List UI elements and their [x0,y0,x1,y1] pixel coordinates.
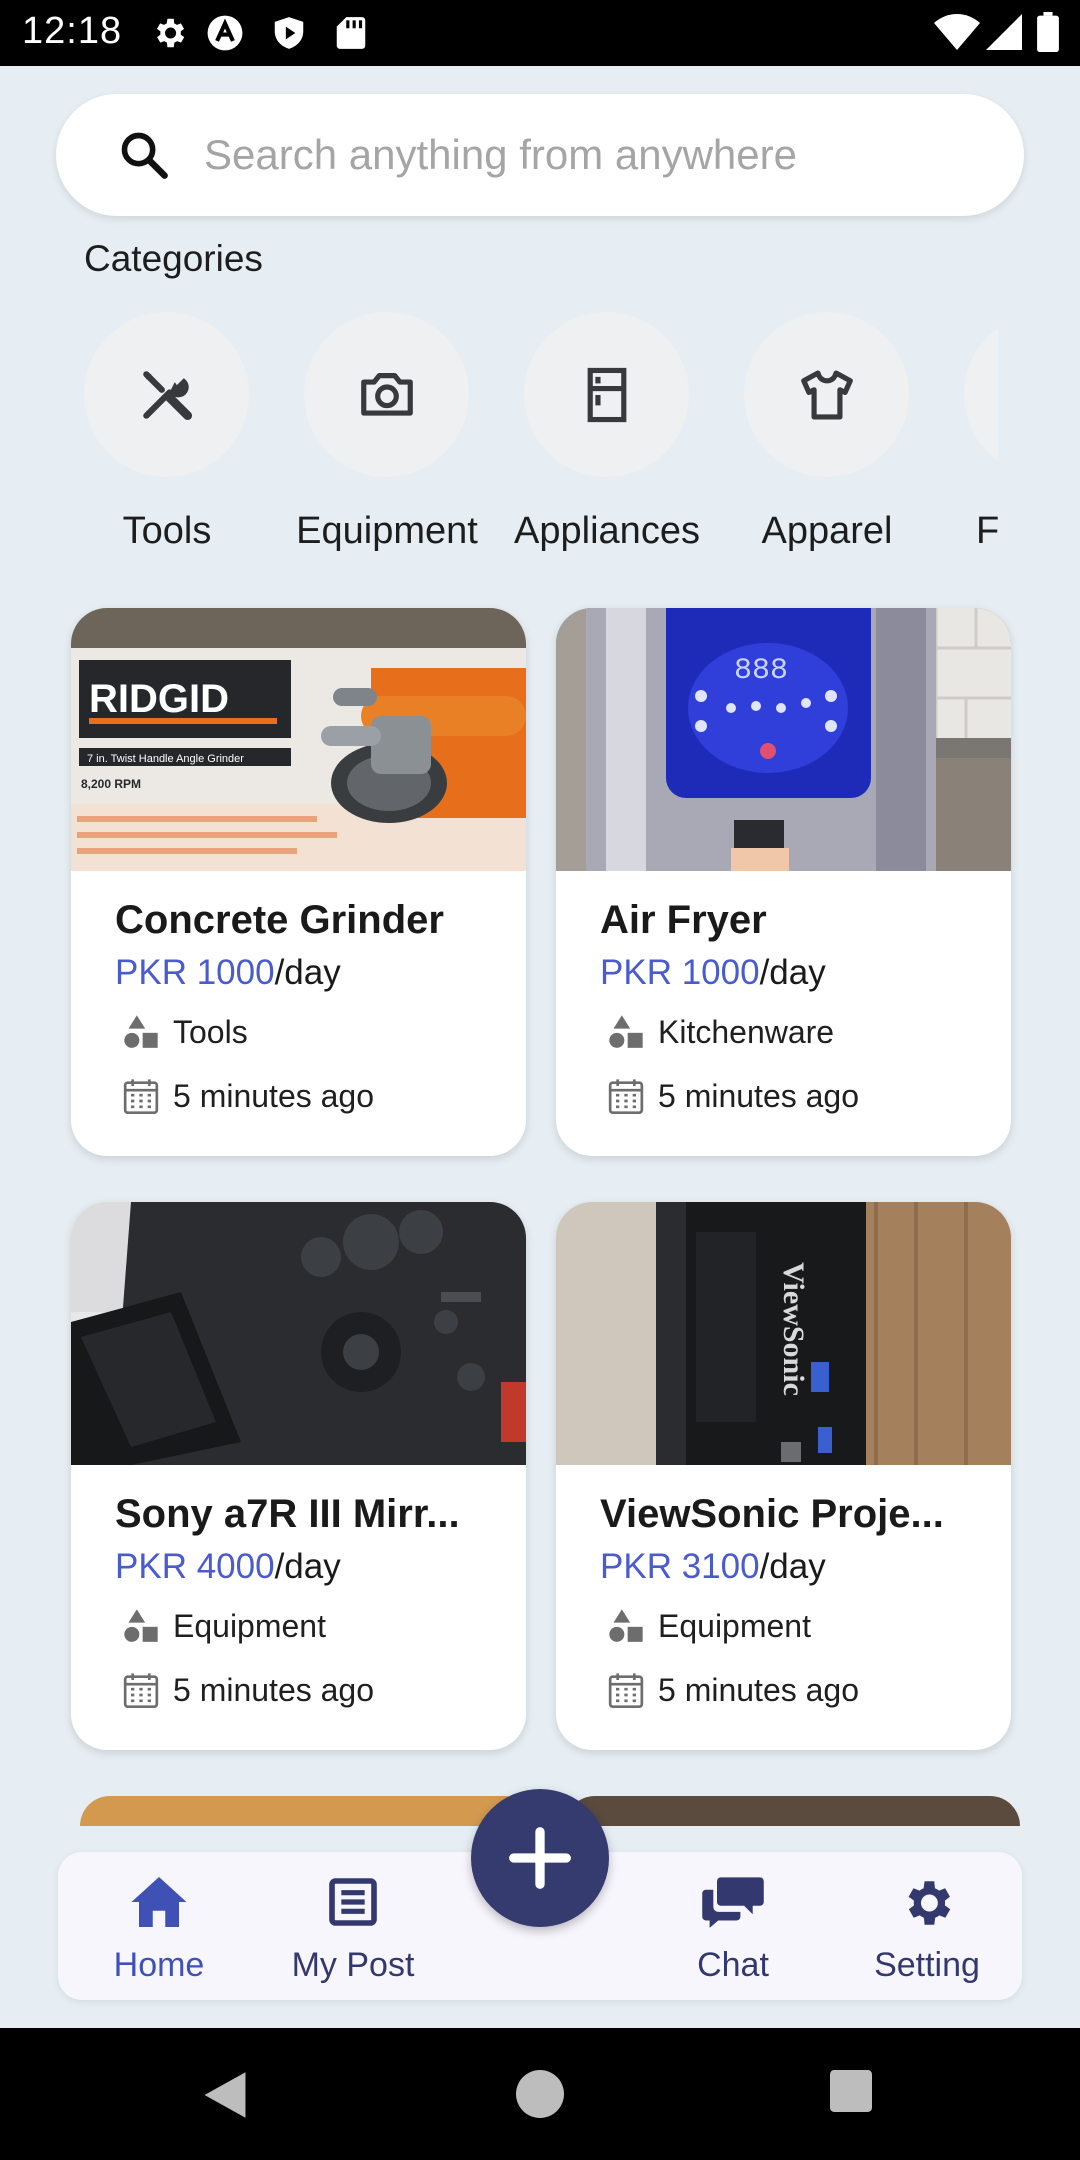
calendar-icon [608,1673,644,1708]
category-shapes-icon [609,1015,643,1048]
fridge-icon [587,367,626,422]
price-amount: PKR 3100 [600,1547,760,1586]
category-label: Equipment [296,510,478,552]
product-title: Sony a7R III Mirr... [115,1492,460,1536]
product-image-grinder: RIDGID 7 in. Twist Handle Angle Grinder … [71,608,526,871]
categories-row[interactable]: Tools Equipment Appliances Apparel F [0,312,998,562]
nav-my-post[interactable]: My Post [258,1852,448,2000]
calendar-icon [123,1673,159,1708]
chat-icon [702,1877,764,1928]
category-tools[interactable]: Tools [62,312,272,562]
price-unit: /day [759,953,826,992]
tools-icon [142,370,192,420]
status-time: 12:18 [22,10,123,52]
category-shapes-icon [609,1609,643,1642]
wifi-icon [934,14,980,50]
date-text: 5 minutes ago [173,1672,375,1708]
ridgid-subtitle: 7 in. Twist Handle Angle Grinder [87,753,244,765]
category-shapes-icon [124,1609,158,1642]
nav-label: Chat [697,1946,769,1984]
price-amount: PKR 1000 [115,953,275,992]
signal-icon [986,14,1022,50]
product-title: Concrete Grinder [115,898,444,942]
calendar-icon [608,1079,644,1114]
category-label: Apparel [761,510,893,552]
product-price: PKR 3100/day [600,1547,826,1587]
categories-title: Categories [84,238,263,279]
category-text: Kitchenware [658,1014,835,1050]
category-text: Equipment [173,1608,326,1644]
gear-icon [908,1881,951,1925]
category-equipment[interactable]: Equipment [282,312,492,562]
fryer-display: 888 [734,654,788,688]
category-text: Equipment [658,1608,811,1644]
product-card[interactable]: 888 Air Fryer PKR 1000/day Kitchenware 5… [556,608,1011,1156]
price-unit: /day [274,953,341,992]
nav-home[interactable]: Home [64,1852,254,2000]
status-bar: 12:18 [0,0,1080,66]
price-amount: PKR 1000 [600,953,760,992]
category-apparel[interactable]: Apparel [722,312,932,562]
nav-label: My Post [291,1946,415,1984]
price-amount: PKR 4000 [115,1547,275,1586]
category-partial[interactable]: F [942,312,998,562]
plus-icon [509,1827,571,1889]
category-circle[interactable] [744,312,909,477]
product-price: PKR 1000/day [115,953,341,993]
category-label: Tools [122,510,212,552]
back-icon[interactable] [202,2070,248,2120]
product-card[interactable]: Sony a7R III Mirr... PKR 4000/day Equipm… [71,1202,526,1750]
viewsonic-logo: ViewSonic [777,1262,810,1396]
search-input[interactable] [204,122,984,188]
nav-label: Home [113,1946,205,1984]
product-card-peek[interactable] [565,1796,1020,1826]
category-appliances[interactable]: Appliances [502,312,712,562]
date-text: 5 minutes ago [658,1078,860,1114]
gear-icon [156,18,185,48]
camera-icon [360,372,413,416]
date-text: 5 minutes ago [658,1672,860,1708]
search-bar[interactable] [56,94,1024,216]
sd-card-icon [336,17,366,49]
system-nav-bar [0,2028,1080,2160]
product-title: ViewSonic Proje... [600,1492,944,1536]
product-price: PKR 1000/day [600,953,826,993]
battery-icon [1037,12,1059,52]
product-image-air-fryer: 888 [556,608,1011,871]
recents-icon[interactable] [830,2070,872,2112]
home-button-icon[interactable] [516,2070,564,2118]
category-label: Appliances [514,510,700,552]
product-card-peek[interactable] [80,1796,535,1826]
ridgid-logo: RIDGID [89,677,229,721]
price-unit: /day [759,1547,826,1586]
product-image-projector: ViewSonic [556,1202,1011,1465]
product-card[interactable]: RIDGID 7 in. Twist Handle Angle Grinder … [71,608,526,1156]
add-post-button[interactable] [471,1789,609,1927]
home-icon [131,1877,187,1927]
product-card[interactable]: ViewSonic ViewSonic Proje... PKR 3100/da… [556,1202,1011,1750]
category-circle[interactable] [524,312,689,477]
post-icon [329,1878,377,1926]
product-title: Air Fryer [600,898,767,942]
nav-chat[interactable]: Chat [638,1852,828,2000]
nav-setting[interactable]: Setting [832,1852,1022,2000]
a-logo-icon [207,15,243,51]
calendar-icon [123,1079,159,1114]
category-circle[interactable] [964,312,998,477]
price-unit: /day [274,1547,341,1586]
shirt-icon [800,369,853,420]
ridgid-rpm: 8,200 RPM [81,777,141,791]
nav-label: Setting [874,1946,980,1984]
product-price: PKR 4000/day [115,1547,341,1587]
product-image-camera [71,1202,526,1465]
date-text: 5 minutes ago [173,1078,375,1114]
search-icon[interactable] [118,129,170,181]
category-shapes-icon [124,1015,158,1048]
category-circle[interactable] [304,312,469,477]
category-label: F [976,510,998,552]
play-shield-icon [274,17,304,49]
category-text: Tools [173,1014,248,1050]
category-circle[interactable] [84,312,249,477]
